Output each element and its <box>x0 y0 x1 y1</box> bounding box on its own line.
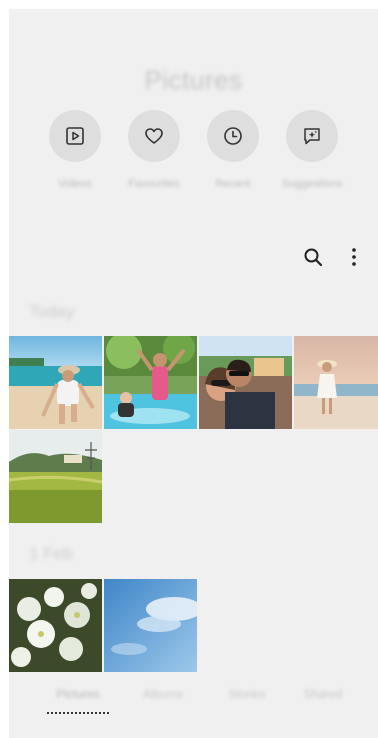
photo-thumbnail[interactable] <box>104 336 197 429</box>
photo-thumbnail[interactable] <box>9 579 102 672</box>
quick-action-circle <box>207 110 259 162</box>
play-icon <box>66 127 84 145</box>
quick-action-label: Recent <box>215 178 251 190</box>
quick-action-suggestions[interactable]: Suggestions <box>273 110 351 190</box>
active-tab-indicator <box>47 712 109 714</box>
photo-thumbnail[interactable] <box>9 336 102 429</box>
tab-albums[interactable]: Albums <box>123 687 203 701</box>
section-header-1-feb: 1 Feb <box>29 544 73 563</box>
quick-action-label: Favourites <box>128 178 180 190</box>
quick-action-circle <box>128 110 180 162</box>
heart-icon <box>145 128 163 144</box>
quick-action-favourites[interactable]: Favourites <box>115 110 193 190</box>
tab-stories[interactable]: Stories <box>207 687 287 701</box>
quick-action-label: Suggestions <box>281 178 343 190</box>
quick-action-circle <box>286 110 338 162</box>
quick-action-circle <box>49 110 101 162</box>
tab-pictures[interactable]: Pictures <box>38 687 118 701</box>
clock-icon <box>224 127 242 145</box>
sparkle-chat-icon <box>304 128 320 145</box>
quick-action-label: Videos <box>58 178 92 190</box>
search-button[interactable] <box>300 244 326 270</box>
tab-shared[interactable]: Shared <box>283 687 363 701</box>
more-vertical-icon <box>352 248 356 266</box>
section-header-today: Today <box>29 302 75 321</box>
page-title: Pictures <box>144 65 243 95</box>
photo-thumbnail[interactable] <box>104 579 197 672</box>
search-icon <box>304 248 323 267</box>
photo-thumbnail[interactable] <box>9 430 102 523</box>
photo-thumbnail[interactable] <box>294 336 378 429</box>
gallery-screen: Pictures Videos Favourites Recent Sugges… <box>9 9 378 738</box>
quick-actions: Videos Favourites Recent Suggestions <box>49 110 353 200</box>
more-options-button[interactable] <box>341 244 367 270</box>
quick-action-videos[interactable]: Videos <box>36 110 114 190</box>
photo-thumbnail[interactable] <box>199 336 292 429</box>
quick-action-recent[interactable]: Recent <box>194 110 272 190</box>
